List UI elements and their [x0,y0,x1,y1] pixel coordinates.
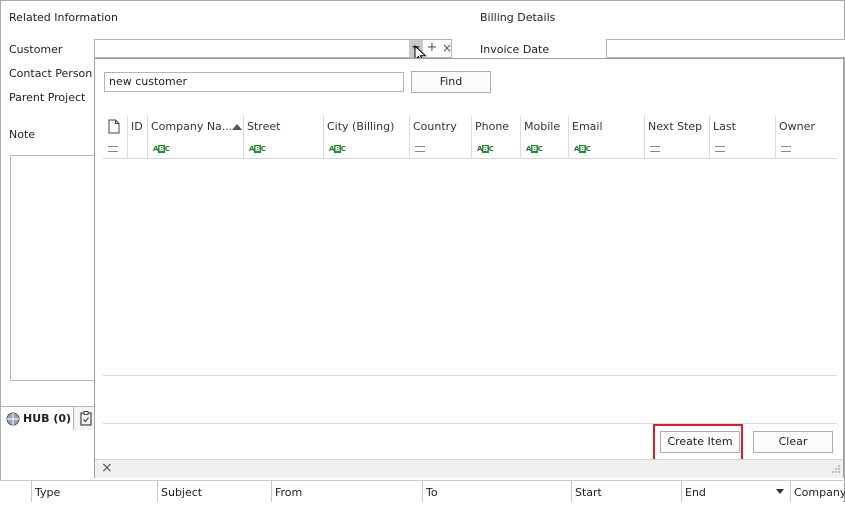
sort-ascending-icon [232,124,242,130]
text-filter-icon: ABC [574,145,591,153]
col-email[interactable]: Email [568,115,644,139]
col-company[interactable]: Company [790,481,845,502]
customer-lookup-popup: new customer Find ID Company Na... Stree… [94,58,844,478]
text-filter-icon: ABC [477,145,494,153]
filter-last-activity[interactable] [709,139,775,158]
text-filter-icon: ABC [526,145,543,153]
clipboard-icon [80,411,92,426]
equals-icon [415,146,425,152]
col-country[interactable]: Country (... [409,115,471,139]
col-company-name[interactable]: Company Na... [147,115,243,139]
col-last-activity[interactable]: Last Activity [709,115,775,139]
col-subject[interactable]: Subject [157,481,271,502]
hub-globe-icon [6,412,20,426]
col-to[interactable]: To [422,481,571,502]
clear-button[interactable]: Clear [753,431,833,453]
equals-icon [781,146,791,152]
col-phone[interactable]: Phone [471,115,520,139]
grid-bottom-divider [103,375,837,376]
text-filter-icon: ABC [153,145,170,153]
close-popup-icon[interactable]: × [101,460,113,476]
col-next-step[interactable]: Next Step [644,115,709,139]
filter-email[interactable]: ABC [568,139,644,158]
filter-new [103,139,127,158]
col-id[interactable]: ID [127,115,147,139]
col-city-billing[interactable]: City (Billing) [323,115,409,139]
filter-phone[interactable]: ABC [471,139,520,158]
popup-footer: × [95,459,843,478]
equals-icon [715,146,725,152]
col-mobile[interactable]: Mobile [520,115,568,139]
activities-grid-header: Type Subject From To Start End Company [0,480,845,502]
col-owner[interactable]: Owner [775,115,837,139]
note-label: Note [9,128,36,141]
parent-project-label: Parent Project [9,91,86,104]
create-item-highlight [653,424,743,461]
equals-icon [650,146,660,152]
grid-filter-row: ABC ABC ABC ABC ABC ABC [103,139,837,159]
document-icon [108,119,120,134]
invoice-date-label: Invoice Date [480,43,550,56]
col-start[interactable]: Start [571,481,681,502]
new-record-column[interactable] [103,115,127,139]
hub-tab[interactable]: HUB (0) [0,406,74,430]
grid-header: ID Company Na... Street (Billing) City (… [103,115,837,139]
col-type[interactable]: Type [31,481,157,502]
filter-city-billing[interactable]: ABC [323,139,409,158]
hub-tab-label: HUB (0) [23,412,72,425]
equals-icon [108,146,118,152]
clear-customer-button[interactable]: × [440,40,454,57]
customer-label: Customer [9,43,63,56]
col-street-billing[interactable]: Street (Billing) [243,115,323,139]
billing-details-heading: Billing Details [480,11,556,24]
filter-country[interactable] [409,139,471,158]
end-column-dropdown-icon[interactable] [776,489,784,494]
text-filter-icon: ABC [329,145,346,153]
filter-id[interactable] [127,139,147,158]
note-textarea[interactable] [10,155,98,381]
filter-next-step[interactable] [644,139,709,158]
col-from[interactable]: From [271,481,422,502]
related-information-heading: Related Information [9,11,118,24]
filter-company-name[interactable]: ABC [147,139,243,158]
filter-mobile[interactable]: ABC [520,139,568,158]
customer-combo[interactable]: + × [94,39,452,58]
filter-owner[interactable] [775,139,837,158]
invoice-date-input[interactable] [606,39,845,58]
contact-person-label: Contact Person [9,67,93,80]
lookup-search-input[interactable]: new customer [104,72,404,92]
find-button[interactable]: Find [411,71,491,93]
filter-street-billing[interactable]: ABC [243,139,323,158]
col-end[interactable]: End [681,481,790,502]
resize-grip-icon[interactable] [831,464,840,473]
text-filter-icon: ABC [249,145,266,153]
